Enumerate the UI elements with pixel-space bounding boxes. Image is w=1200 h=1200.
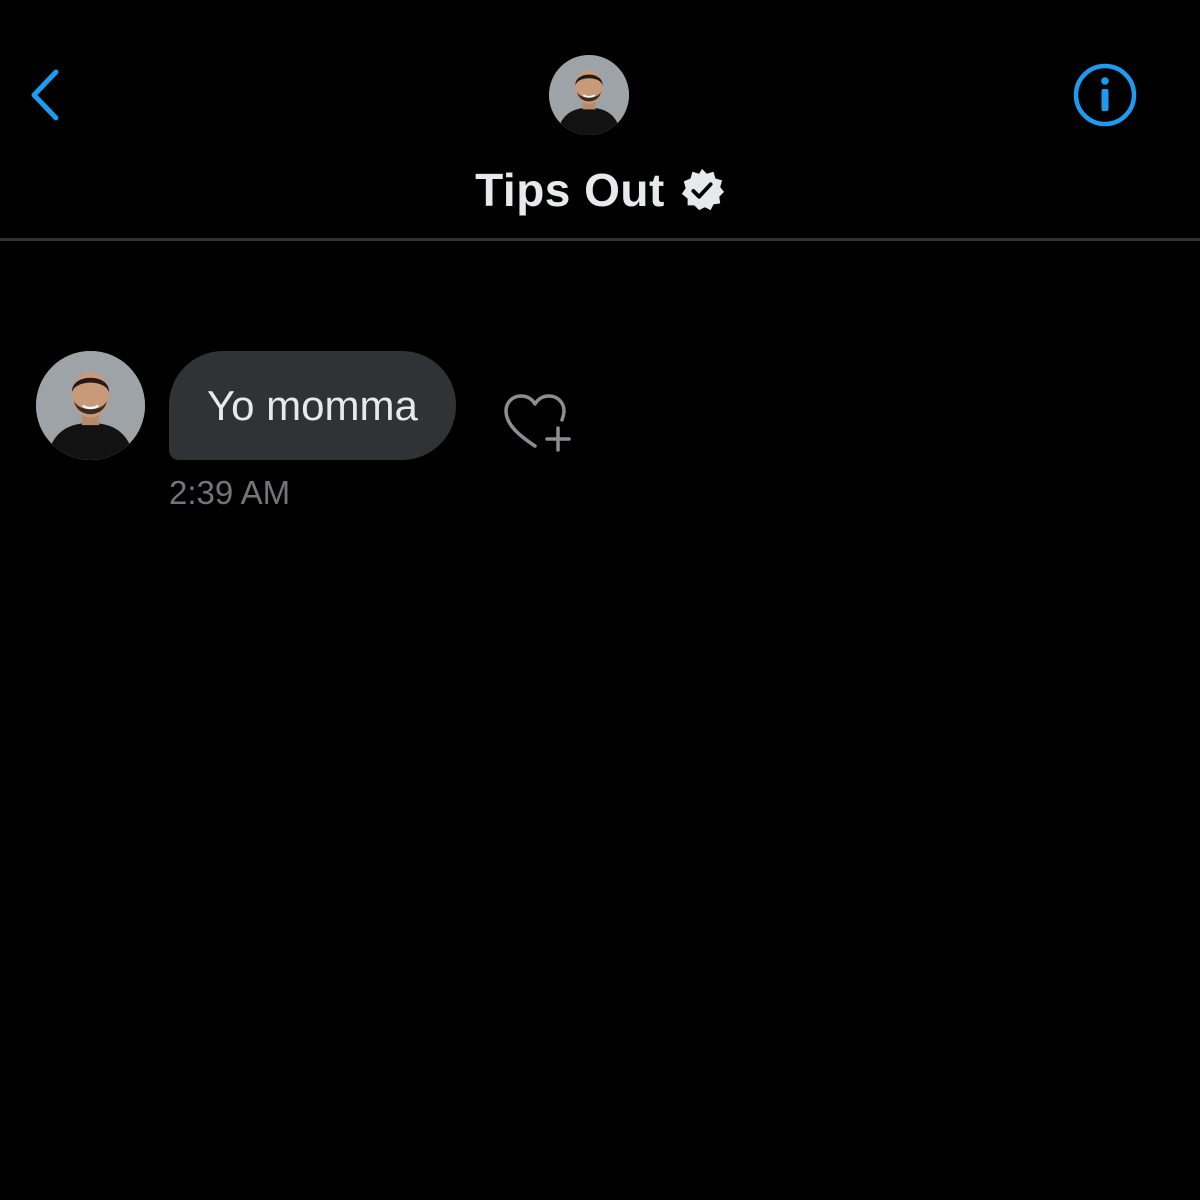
profile-photo-icon [36, 351, 145, 460]
dm-conversation-screen: Tips Out Yo momma 2:39 AM [0, 0, 1200, 1200]
info-button[interactable] [1070, 62, 1140, 132]
back-button[interactable] [22, 60, 74, 130]
conversation-title[interactable]: Tips Out [475, 163, 665, 217]
profile-photo-icon [549, 55, 629, 135]
conversation-header: Tips Out [0, 0, 1200, 241]
message-bubble[interactable]: Yo momma [169, 351, 456, 460]
message-text: Yo momma [207, 381, 418, 429]
add-reaction-button[interactable] [502, 392, 574, 456]
chevron-left-icon [31, 69, 59, 121]
info-icon [1073, 63, 1137, 127]
verified-badge-icon [681, 168, 724, 211]
message-timestamp: 2:39 AM [169, 474, 291, 511]
heart-add-icon [504, 394, 571, 452]
header-avatar[interactable] [549, 55, 629, 135]
title-row: Tips Out [0, 160, 1200, 220]
sender-avatar[interactable] [36, 351, 145, 460]
